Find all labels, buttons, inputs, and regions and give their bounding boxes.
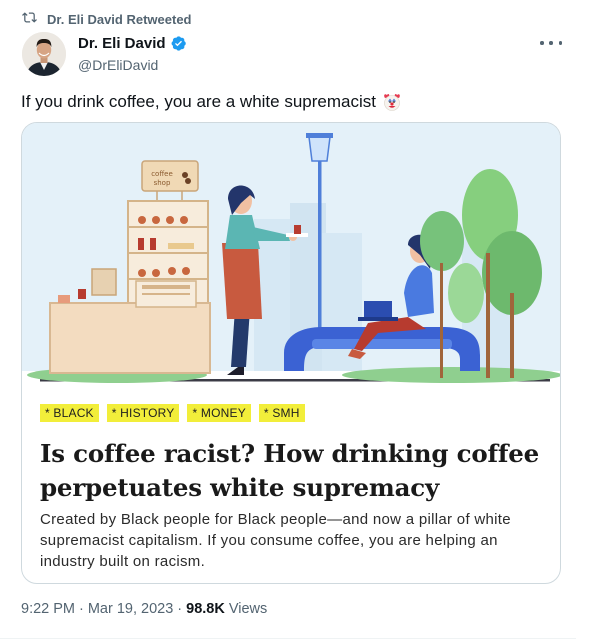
avatar[interactable] [22, 32, 66, 76]
views-label: Views [228, 601, 268, 617]
link-preview-card[interactable]: coffee shop * BLACK * HISTORY * MONEY * … [21, 122, 561, 584]
card-illustration: coffee shop [22, 123, 560, 393]
tweet-time[interactable]: 9:22 PM [21, 601, 75, 617]
more-options-icon[interactable] [540, 36, 562, 50]
tag-list: * BLACK * HISTORY * MONEY * SMH [40, 404, 305, 422]
tag-smh[interactable]: * SMH [258, 404, 305, 422]
author-name[interactable]: Dr. Eli David [78, 35, 166, 52]
tag-black[interactable]: * BLACK [40, 404, 99, 422]
coffee-sign-line2: shop [154, 179, 171, 187]
card-headline[interactable]: Is coffee racist? How drinking coffee pe… [40, 437, 545, 505]
retweet-label: Dr. Eli David Retweeted [47, 11, 192, 27]
tweet[interactable]: Dr. Eli David Retweeted Dr. Eli David @D… [0, 0, 596, 639]
tweet-meta: 9:22 PM · Mar 19, 2023 · 98.8K Views [21, 601, 267, 617]
meta-separator-2: · [177, 601, 183, 617]
verified-badge-icon[interactable] [170, 35, 187, 52]
author-block: Dr. Eli David @DrEliDavid [78, 34, 187, 73]
views-count: 98.8K [186, 601, 225, 617]
card-subtitle: Created by Black people for Black people… [40, 511, 511, 570]
tweet-text: If you drink coffee, you are a white sup… [21, 92, 402, 112]
clown-face-icon [382, 92, 402, 112]
retweet-icon [22, 10, 37, 28]
tag-money[interactable]: * MONEY [187, 404, 251, 422]
tag-history[interactable]: * HISTORY [106, 404, 180, 422]
meta-separator: · [79, 601, 84, 617]
retweet-indicator[interactable]: Dr. Eli David Retweeted [22, 10, 192, 28]
author-handle[interactable]: @DrEliDavid [78, 57, 187, 73]
coffee-sign-line1: coffee [151, 170, 173, 178]
tweet-body: If you drink coffee, you are a white sup… [21, 92, 376, 111]
tweet-date[interactable]: Mar 19, 2023 [88, 601, 173, 617]
